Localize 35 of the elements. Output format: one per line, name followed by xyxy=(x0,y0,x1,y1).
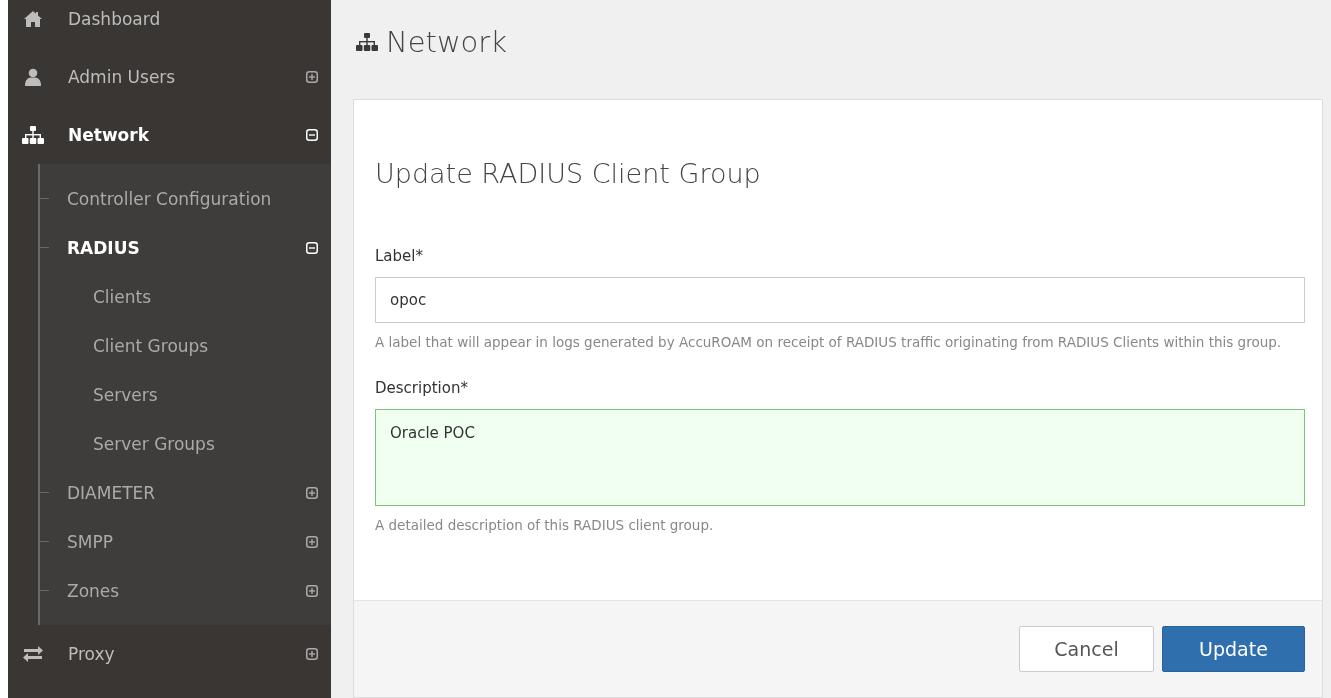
text-field[interactable]: opoc xyxy=(375,277,1305,323)
nav-item[interactable]: Servers xyxy=(93,384,331,405)
sitemap-icon xyxy=(22,126,44,144)
nav-item[interactable]: Client Groups xyxy=(93,335,331,356)
expand-icon[interactable] xyxy=(306,71,318,83)
nav-item[interactable]: Server Groups xyxy=(93,433,331,454)
nav-item[interactable]: Network xyxy=(68,125,306,145)
nav-item[interactable]: Controller Configuration xyxy=(67,188,318,209)
user-icon xyxy=(22,68,44,86)
page-title: Network xyxy=(386,25,508,59)
expand-icon[interactable] xyxy=(306,535,318,548)
update-button[interactable]: Update xyxy=(1162,626,1305,672)
nav-item[interactable]: Clients xyxy=(93,286,331,307)
nav-item[interactable]: Proxy xyxy=(68,644,306,664)
collapse-icon[interactable] xyxy=(306,129,318,141)
nav-item[interactable]: RADIUS xyxy=(67,237,306,258)
description-field[interactable]: Oracle POC xyxy=(375,409,1305,506)
help-text: A label that will appear in logs generated by AccuROAM on receipt of RADIUS traffic originating from RADIUS Clients within this group. xyxy=(375,333,1283,352)
field-label: Description* xyxy=(375,379,469,397)
nav-item[interactable]: Dashboard xyxy=(68,9,318,29)
collapse-icon[interactable] xyxy=(306,241,318,254)
expand-icon[interactable] xyxy=(306,584,318,597)
cancel-button[interactable]: Cancel xyxy=(1019,626,1154,672)
field-label: Label* xyxy=(375,247,424,265)
house-icon xyxy=(22,10,44,28)
nav-item[interactable]: DIAMETER xyxy=(67,482,306,503)
exchange-icon xyxy=(22,645,44,663)
help-text: A detailed description of this RADIUS client group. xyxy=(375,516,715,535)
form-title: Update RADIUS Client Group xyxy=(375,158,762,189)
expand-icon[interactable] xyxy=(306,486,318,499)
sitemap-icon xyxy=(356,33,378,51)
expand-icon[interactable] xyxy=(306,648,318,660)
nav-item[interactable]: Zones xyxy=(67,580,306,601)
nav-item[interactable]: Admin Users xyxy=(68,67,306,87)
nav-item[interactable]: SMPP xyxy=(67,531,306,552)
